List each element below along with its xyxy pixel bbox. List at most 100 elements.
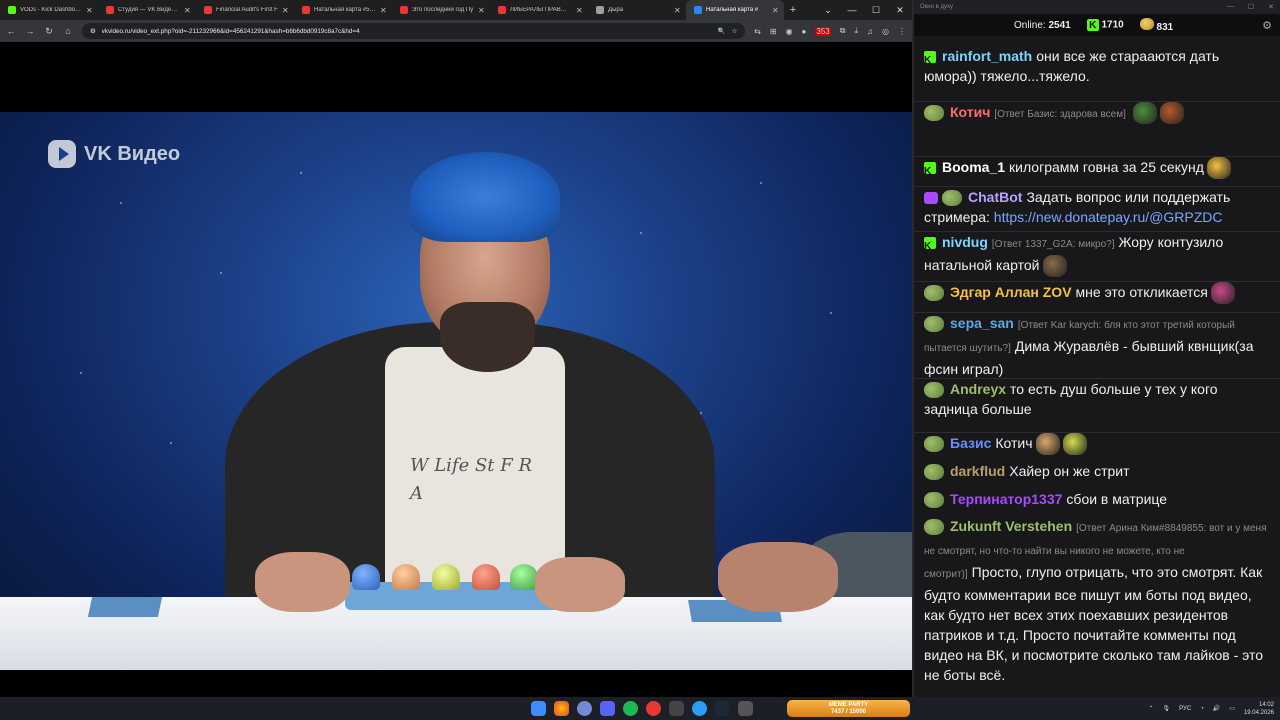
browser-tab[interactable]: Студия — VK Видео Ли ✕	[98, 0, 196, 20]
extension-icon[interactable]: ◉	[786, 27, 793, 36]
close-button[interactable]: ✕	[1268, 3, 1274, 11]
tab-strip: VODs - Kick Dashboard ✕ Студия — VK Видео …	[0, 0, 912, 20]
emote-icon	[1042, 255, 1067, 278]
twitch-counter: 831	[1139, 17, 1173, 33]
media-icon[interactable]: ♫	[867, 27, 873, 36]
clock[interactable]: 14:02 19.04.2026	[1244, 701, 1274, 717]
app-icon[interactable]	[577, 701, 592, 716]
close-window-button[interactable]: ✕	[888, 0, 912, 20]
bookmark-star-icon[interactable]: ☆	[732, 28, 738, 35]
spotify-icon[interactable]	[623, 701, 638, 716]
forward-icon[interactable]: →	[25, 26, 35, 36]
language-indicator[interactable]: РУС	[1179, 706, 1191, 712]
emote-icon	[1206, 157, 1231, 180]
tab-close-icon[interactable]: ✕	[282, 6, 290, 15]
emote-icon	[1062, 433, 1087, 456]
chat-message-list[interactable]: Krainfort_math они все же старааются дать…	[914, 36, 1280, 697]
browser-tab[interactable]: Это последний год Пу ✕	[392, 0, 490, 20]
tab-close-icon[interactable]: ✕	[86, 6, 94, 15]
browser-tab[interactable]: VODs - Kick Dashboard ✕	[0, 0, 98, 20]
browser-tab[interactable]: Financial Audit's First F ✕	[196, 0, 294, 20]
chat-username[interactable]: Andreyx	[950, 381, 1006, 397]
wifi-icon[interactable]: ◔	[1200, 706, 1204, 712]
video-player[interactable]: VK Видео W Life St F R A	[0, 42, 912, 697]
chat-username[interactable]: rainfort_math	[942, 48, 1032, 64]
reload-icon[interactable]: ↻	[44, 26, 54, 37]
home-icon[interactable]: ⌂	[63, 26, 73, 36]
tab-close-icon[interactable]: ✕	[478, 6, 486, 15]
desktop: VODs - Kick Dashboard ✕ Студия — VK Видео …	[0, 0, 1280, 720]
maximize-button[interactable]: ☐	[1248, 3, 1254, 11]
widget-title: MEME PARTY	[828, 701, 869, 708]
chat-username[interactable]: darkflud	[950, 463, 1005, 479]
pepe-icon	[924, 105, 944, 122]
browser-tab[interactable]: Дыра ✕	[588, 0, 686, 20]
settings-icon[interactable]: ⚙	[1262, 19, 1272, 32]
chat-username[interactable]: Базис	[950, 435, 991, 451]
browser-tab[interactable]: ЛИБЕРАЛЫ ПРАВЫ В В ✕	[490, 0, 588, 20]
chat-username[interactable]: Zukunft Verstehen	[950, 518, 1072, 534]
vk-play-icon	[48, 140, 76, 168]
mic-icon[interactable]: 🎙	[1163, 705, 1171, 712]
meme-party-widget[interactable]: MEME PARTY 7437 / 15000	[787, 700, 910, 717]
extension-icon[interactable]: ●	[802, 27, 807, 36]
tab-search-icon[interactable]: ⌄	[816, 0, 840, 20]
address-bar[interactable]: ⚙ vkvideo.ru/video_ext.php?oid=-21123296…	[82, 23, 746, 39]
chat-username[interactable]: nivdug	[942, 234, 988, 250]
back-icon[interactable]: ←	[6, 26, 16, 36]
app-icon[interactable]	[669, 701, 684, 716]
profile-icon[interactable]: ◎	[882, 27, 889, 36]
chevron-up-icon[interactable]: ⌃	[1149, 705, 1154, 712]
menu-icon[interactable]: ⋮	[898, 27, 906, 36]
url-text[interactable]: vkvideo.ru/video_ext.php?oid=-211232966&…	[102, 28, 712, 35]
browser-tab[interactable]: Натальная карта #58 Л ✕	[294, 0, 392, 20]
tab-close-icon[interactable]: ✕	[380, 6, 388, 15]
chat-username[interactable]: Терпинатор1337	[950, 491, 1062, 507]
buzzer	[392, 564, 420, 590]
chrome-icon[interactable]	[554, 701, 569, 716]
maximize-button[interactable]: ☐	[864, 0, 888, 20]
chat-link[interactable]: https://new.donatepay.ru/@GRPZDC	[994, 209, 1223, 225]
shirt-print: W Life St F R A	[410, 455, 533, 504]
chat-username[interactable]: Booma_1	[942, 159, 1005, 175]
tab-close-icon[interactable]: ✕	[674, 6, 682, 15]
start-icon[interactable]	[531, 701, 546, 716]
chat-username[interactable]: Эдгар Аллан ZOV	[950, 284, 1072, 300]
emote-icon	[1132, 102, 1157, 125]
emote-icon	[1159, 102, 1184, 125]
volume-icon[interactable]: 🔊	[1213, 705, 1220, 712]
tab-close-icon[interactable]: ✕	[772, 6, 780, 15]
emote-icon	[1139, 17, 1154, 30]
puzzle-icon[interactable]: ⧉	[840, 26, 846, 36]
steam-icon[interactable]	[715, 701, 730, 716]
vk-video-watermark: VK Видео	[48, 140, 180, 168]
tab-close-icon[interactable]: ✕	[576, 6, 584, 15]
app-icon[interactable]	[692, 701, 707, 716]
emote-icon	[1210, 282, 1235, 305]
kick-count: 1710	[1101, 19, 1124, 31]
tab-title: Натальная карта #	[706, 7, 759, 13]
extension-badge[interactable]: 353	[815, 26, 831, 36]
zoom-icon[interactable]: 🔍	[718, 27, 726, 35]
minimize-button[interactable]: —	[840, 0, 864, 20]
video-frame[interactable]: VK Видео W Life St F R A	[0, 112, 912, 670]
new-tab-button[interactable]: +	[784, 0, 802, 20]
discord-icon[interactable]	[600, 701, 615, 716]
download-icon[interactable]: ⤓	[854, 26, 858, 36]
buzzer	[472, 564, 500, 590]
share-icon[interactable]: ⇆	[754, 27, 761, 36]
chat-username[interactable]: ChatBot	[968, 189, 1022, 205]
browser-tab[interactable]: Натальная карта # ✕	[686, 0, 784, 20]
kick-icon: K	[1086, 19, 1099, 31]
chat-username[interactable]: sepa_san	[950, 315, 1014, 331]
app-icon[interactable]	[738, 701, 753, 716]
minimize-button[interactable]: —	[1227, 3, 1234, 11]
chat-username[interactable]: Котич	[950, 104, 990, 120]
person-beard	[440, 302, 535, 372]
extension-icon[interactable]: ⊞	[770, 27, 777, 36]
app-icon[interactable]	[646, 701, 661, 716]
tab-favicon-icon	[106, 6, 114, 14]
tab-close-icon[interactable]: ✕	[184, 6, 192, 15]
site-info-icon[interactable]: ⚙	[90, 28, 96, 35]
battery-icon[interactable]: ▭	[1229, 705, 1235, 712]
